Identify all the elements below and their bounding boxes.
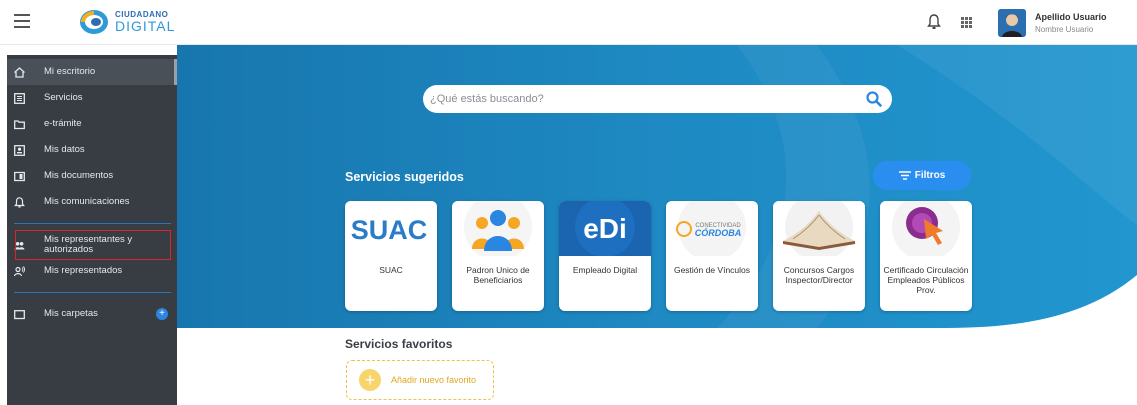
search-bar[interactable] bbox=[423, 85, 892, 113]
list-icon bbox=[14, 92, 25, 104]
search-input[interactable] bbox=[428, 85, 852, 113]
documents-icon bbox=[14, 171, 25, 181]
sidebar-item-mis-representados[interactable]: Mis representados bbox=[7, 258, 177, 284]
filter-icon bbox=[898, 171, 911, 180]
service-card-concursos[interactable]: Concursos Cargos Inspector/Director bbox=[773, 201, 865, 311]
svg-text:SUAC: SUAC bbox=[351, 215, 428, 245]
filters-label: Filtros bbox=[914, 170, 946, 181]
highlight-annotation-box bbox=[15, 230, 171, 260]
sidebar-item-label: Mis representados bbox=[44, 265, 123, 276]
edi-logo: eDi bbox=[559, 201, 651, 256]
card-label: Gestión de Vínculos bbox=[673, 265, 751, 275]
sidebar: Mi escritorio Servicios e-trámite Mis da… bbox=[7, 55, 177, 405]
id-card-icon bbox=[14, 144, 25, 156]
sidebar-item-mi-escritorio[interactable]: Mi escritorio bbox=[7, 59, 177, 85]
svg-text:eDi: eDi bbox=[583, 213, 627, 244]
search-icon[interactable] bbox=[866, 91, 882, 107]
sidebar-item-mis-carpetas[interactable]: Mis carpetas bbox=[7, 301, 177, 327]
people-group-icon bbox=[452, 201, 544, 256]
notifications-bell-icon[interactable] bbox=[927, 14, 941, 30]
user-avatar[interactable] bbox=[998, 9, 1026, 37]
logo-text-bottom: DIGITAL bbox=[115, 18, 176, 34]
sidebar-item-servicios[interactable]: Servicios bbox=[7, 85, 177, 111]
filters-button[interactable]: Filtros bbox=[873, 161, 971, 190]
bell-icon bbox=[14, 196, 25, 207]
user-name[interactable]: Apellido Usuario bbox=[1035, 12, 1107, 22]
svg-text:CÓRDOBA: CÓRDOBA bbox=[695, 227, 742, 238]
suggested-services-title: Servicios sugeridos bbox=[345, 170, 464, 184]
sidebar-item-label: e-trámite bbox=[44, 118, 82, 129]
sidebar-item-e-tramite[interactable]: e-trámite bbox=[7, 111, 177, 137]
open-book-image bbox=[773, 201, 865, 256]
suac-thumbnail: SUAC bbox=[345, 201, 437, 256]
sidebar-item-label: Mi escritorio bbox=[44, 66, 96, 77]
add-favorite-label: Añadir nuevo favorito bbox=[391, 375, 477, 385]
app-logo[interactable]: CIUDADANO DIGITAL bbox=[79, 9, 175, 35]
card-label: Padron Unico de Beneficiarios bbox=[466, 265, 530, 285]
sidebar-item-label: Servicios bbox=[44, 92, 83, 103]
card-label: Certificado Circulación Empleados Públic… bbox=[883, 265, 969, 295]
service-card-suac[interactable]: SUAC SUAC bbox=[345, 201, 437, 311]
person-voice-icon bbox=[14, 265, 25, 276]
sidebar-item-mis-documentos[interactable]: Mis documentos bbox=[7, 163, 177, 189]
service-card-certificado-circulacion[interactable]: Certificado Circulación Empleados Públic… bbox=[880, 201, 972, 311]
apps-grid-icon[interactable] bbox=[961, 17, 972, 28]
card-label: Concursos Cargos Inspector/Director bbox=[783, 265, 855, 285]
sidebar-item-mis-datos[interactable]: Mis datos bbox=[7, 137, 177, 163]
logo-mark-icon bbox=[80, 10, 108, 34]
service-card-padron-unico[interactable]: Padron Unico de Beneficiarios bbox=[452, 201, 544, 311]
conectividad-cordoba-logo: CONECTIVIDAD CÓRDOBA bbox=[666, 201, 758, 256]
add-favorite-button[interactable]: + Añadir nuevo favorito bbox=[346, 360, 494, 400]
add-folder-button[interactable]: + bbox=[156, 308, 168, 320]
service-card-gestion-vinculos[interactable]: CONECTIVIDAD CÓRDOBA Gestión de Vínculos bbox=[666, 201, 758, 311]
sidebar-item-label: Mis carpetas bbox=[44, 308, 98, 319]
touch-button-icon bbox=[880, 201, 972, 256]
folder-icon bbox=[14, 119, 25, 129]
plus-icon: + bbox=[359, 369, 381, 391]
avatar-person-icon bbox=[998, 9, 1026, 37]
sidebar-item-mis-comunicaciones[interactable]: Mis comunicaciones bbox=[7, 189, 177, 215]
favorite-services-title: Servicios favoritos bbox=[345, 337, 453, 351]
folder-icon bbox=[14, 309, 25, 319]
top-bar: CIUDADANO DIGITAL Apellido Usuario Nombr… bbox=[0, 0, 1137, 45]
sidebar-divider bbox=[14, 223, 171, 224]
card-label: SUAC bbox=[379, 265, 403, 275]
card-label: Empleado Digital bbox=[572, 265, 638, 275]
sidebar-item-label: Mis documentos bbox=[44, 170, 114, 181]
hamburger-menu-icon[interactable] bbox=[14, 14, 30, 28]
home-icon bbox=[14, 66, 25, 78]
sidebar-item-label: Mis datos bbox=[44, 144, 85, 155]
service-card-empleado-digital[interactable]: eDi Empleado Digital bbox=[559, 201, 651, 311]
sidebar-divider bbox=[14, 292, 171, 293]
user-subtitle: Nombre Usuario bbox=[1035, 25, 1094, 34]
sidebar-item-label: Mis comunicaciones bbox=[44, 196, 130, 207]
